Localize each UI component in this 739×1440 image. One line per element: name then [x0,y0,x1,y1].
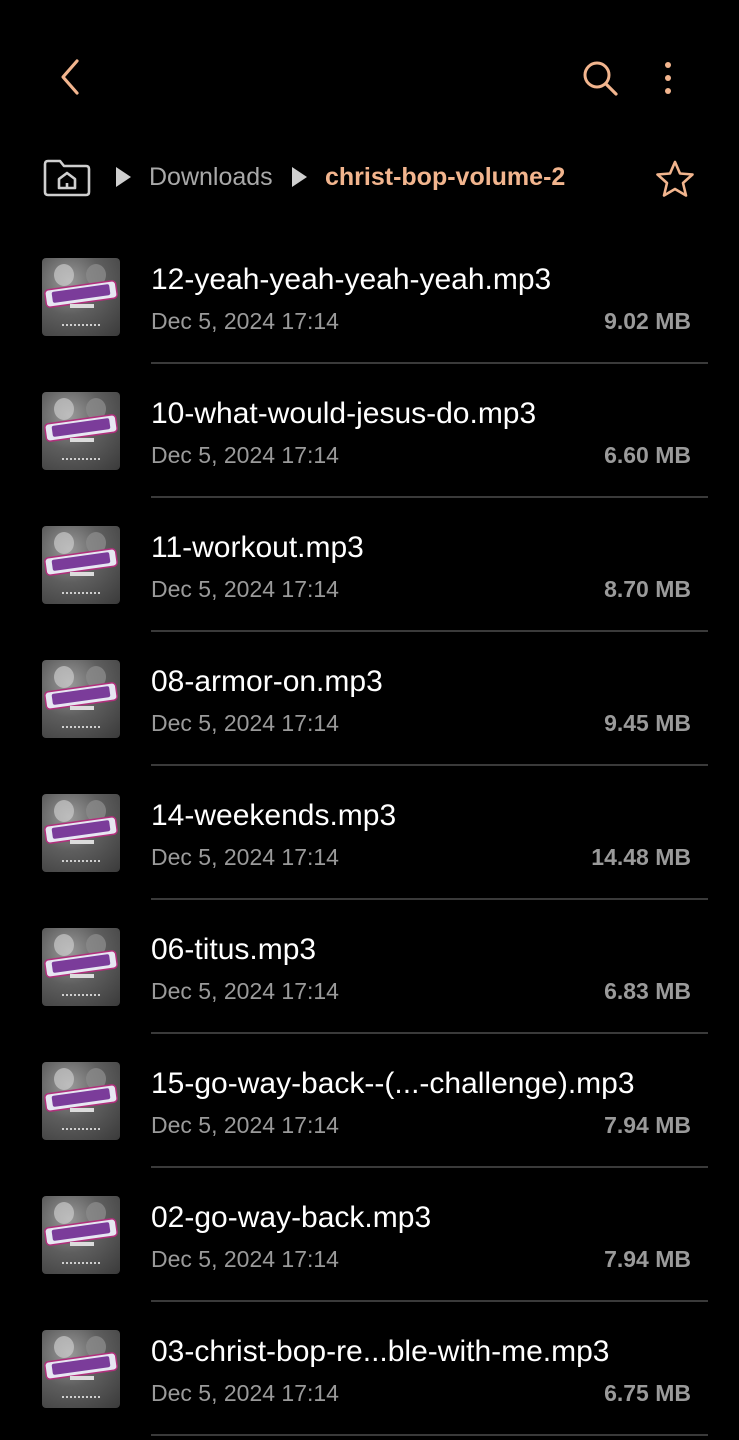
file-size: 14.48 MB [591,844,691,870]
file-size: 7.94 MB [604,1112,691,1138]
search-button[interactable] [574,52,626,104]
search-icon [583,61,618,96]
file-size: 6.83 MB [604,978,691,1004]
file-date: Dec 5, 2024 17:14 [151,978,339,1004]
file-size: 6.75 MB [604,1380,691,1406]
file-date: Dec 5, 2024 17:14 [151,844,339,870]
more-vertical-icon [665,62,671,94]
file-list: 12-yeah-yeah-yeah-yeah.mp3 Dec 5, 2024 1… [0,230,739,1436]
album-art-thumbnail [42,660,120,738]
file-date: Dec 5, 2024 17:14 [151,576,339,602]
file-name: 14-weekends.mp3 [151,799,397,832]
file-date: Dec 5, 2024 17:14 [151,1246,339,1272]
album-art-thumbnail [42,392,120,470]
file-size: 6.60 MB [604,442,691,468]
breadcrumb-separator-icon [292,167,307,187]
favorite-button[interactable] [650,154,700,204]
file-name: 08-armor-on.mp3 [151,665,383,698]
album-art-thumbnail [42,1062,120,1140]
album-art-thumbnail [42,1330,120,1408]
album-art-thumbnail [42,1196,120,1274]
file-row[interactable]: 02-go-way-back.mp3 Dec 5, 2024 17:14 7.9… [0,1168,739,1302]
file-date: Dec 5, 2024 17:14 [151,308,339,334]
album-art-thumbnail [42,928,120,1006]
file-name: 06-titus.mp3 [151,933,317,966]
home-folder-icon [43,159,91,197]
top-app-bar [0,0,739,150]
file-row[interactable]: 10-what-would-jesus-do.mp3 Dec 5, 2024 1… [0,364,739,498]
breadcrumb: Downloads christ-bop-volume-2 [0,150,739,208]
file-size: 9.02 MB [604,308,691,334]
file-name: 10-what-would-jesus-do.mp3 [151,397,537,430]
file-name: 15-go-way-back--(...-challenge).mp3 [151,1067,635,1100]
breadcrumb-item-downloads[interactable]: Downloads [149,160,273,194]
file-name: 03-christ-bop-re...ble-with-me.mp3 [151,1335,610,1368]
file-size: 8.70 MB [604,576,691,602]
home-button[interactable] [40,156,94,200]
back-button[interactable] [48,52,92,102]
file-name: 12-yeah-yeah-yeah-yeah.mp3 [151,263,552,296]
file-name: 02-go-way-back.mp3 [151,1201,432,1234]
album-art-thumbnail [42,794,120,872]
file-name: 11-workout.mp3 [151,531,364,564]
file-row[interactable]: 12-yeah-yeah-yeah-yeah.mp3 Dec 5, 2024 1… [0,230,739,364]
album-art-thumbnail [42,526,120,604]
file-size: 7.94 MB [604,1246,691,1272]
file-date: Dec 5, 2024 17:14 [151,1112,339,1138]
album-art-thumbnail [42,258,120,336]
chevron-left-icon [61,59,79,95]
breadcrumb-separator-icon [116,167,131,187]
file-row[interactable]: 15-go-way-back--(...-challenge).mp3 Dec … [0,1034,739,1168]
breadcrumb-item-current: christ-bop-volume-2 [325,163,566,191]
more-options-button[interactable] [646,52,690,104]
file-date: Dec 5, 2024 17:14 [151,1380,339,1406]
file-row[interactable]: 03-christ-bop-re...ble-with-me.mp3 Dec 5… [0,1302,739,1436]
star-outline-icon [656,160,694,197]
file-date: Dec 5, 2024 17:14 [151,442,339,468]
file-row[interactable]: 11-workout.mp3 Dec 5, 2024 17:14 8.70 MB [0,498,739,632]
file-row[interactable]: 06-titus.mp3 Dec 5, 2024 17:14 6.83 MB [0,900,739,1034]
file-row[interactable]: 14-weekends.mp3 Dec 5, 2024 17:14 14.48 … [0,766,739,900]
file-date: Dec 5, 2024 17:14 [151,710,339,736]
file-row[interactable]: 08-armor-on.mp3 Dec 5, 2024 17:14 9.45 M… [0,632,739,766]
file-size: 9.45 MB [604,710,691,736]
row-divider [151,1434,708,1436]
